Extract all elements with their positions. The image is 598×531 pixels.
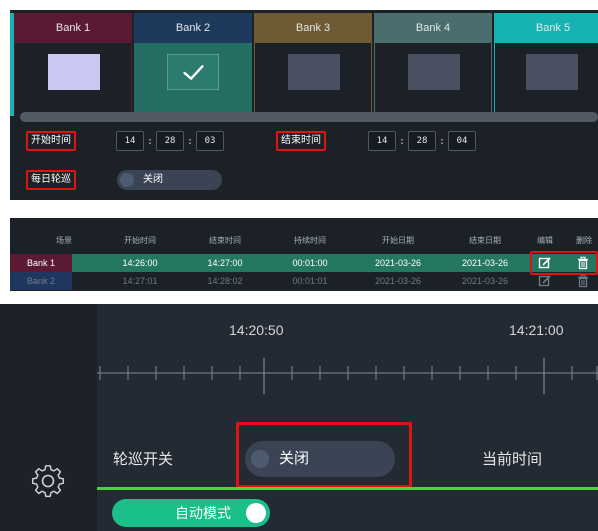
- gear-icon[interactable]: [30, 464, 66, 500]
- toggle-knob: [120, 173, 134, 187]
- end-time-cell: 14:27:00: [207, 258, 243, 268]
- start-time-input: 14 : 28 : 03: [116, 131, 224, 151]
- column-header: 持续时间: [294, 236, 326, 245]
- end-time-input: 14 : 28 : 04: [368, 131, 476, 151]
- column-header: 删除: [576, 236, 592, 245]
- end-hour-field[interactable]: 14: [368, 131, 396, 151]
- edit-delete-highlight: [530, 251, 598, 275]
- daily-cycle-toggle[interactable]: 关闭: [117, 170, 222, 190]
- daily-cycle-label: 每日轮巡: [26, 170, 76, 190]
- timeline-label: 14:20:50: [229, 322, 284, 338]
- checkmark-icon: [183, 65, 204, 80]
- auto-mode-toggle[interactable]: 自动模式: [112, 499, 270, 527]
- bank-label: Bank 4: [415, 22, 451, 34]
- start-date-cell: 2021-03-26: [374, 276, 422, 286]
- start-time-cell: 14:27:01: [122, 276, 158, 286]
- horizontal-scrollbar[interactable]: [20, 112, 598, 122]
- column-header: 场景: [56, 236, 72, 245]
- time-separator: :: [146, 135, 154, 147]
- end-time-label: 结束时间: [276, 131, 326, 151]
- bank-thumbnail: [288, 54, 340, 90]
- bank-selector-panel: Bank 1 Bank 2 Bank 3 Bank 4 Bank 5 开始时间 …: [10, 10, 598, 200]
- time-separator: :: [186, 135, 194, 147]
- table-row[interactable]: Bank 1 14:26:00 14:27:00 00:01:00 2021-0…: [10, 254, 598, 272]
- bank-thumbnail: [408, 54, 460, 90]
- start-minute-field[interactable]: 28: [156, 131, 184, 151]
- scene-cell: Bank 2: [10, 272, 72, 290]
- timeline-ruler[interactable]: 14:20:50 14:21:00: [97, 304, 598, 404]
- start-hour-field[interactable]: 14: [116, 131, 144, 151]
- column-header: 编辑: [537, 236, 553, 245]
- bank-label: Bank 5: [535, 22, 571, 34]
- edit-icon[interactable]: [538, 274, 552, 288]
- timeline-ticks: [97, 358, 598, 394]
- time-separator: :: [438, 135, 446, 147]
- end-time-cell: 14:28:02: [207, 276, 243, 286]
- bank-cell-4[interactable]: [374, 43, 492, 116]
- bank-tab-4[interactable]: Bank 4: [374, 13, 492, 43]
- cycle-control-panel: 14:20:50 14:21:00 轮巡开关 关闭 当前时间 自动模式: [0, 304, 598, 531]
- auto-mode-label: 自动模式: [175, 505, 231, 521]
- bank-thumbnail: [526, 54, 578, 90]
- toggle-state-label: 关闭: [143, 174, 163, 185]
- schedule-table-panel: 场景 开始时间 结束时间 持续时间 开始日期 结束日期 编辑 删除 Bank 1…: [10, 218, 598, 291]
- trash-icon[interactable]: [576, 274, 590, 288]
- bank-tab-2[interactable]: Bank 2: [134, 13, 252, 43]
- bank-thumbnail: [167, 54, 219, 90]
- end-second-field[interactable]: 04: [448, 131, 476, 151]
- end-minute-field[interactable]: 28: [408, 131, 436, 151]
- scene-cell: Bank 1: [10, 254, 72, 272]
- bank-label: Bank 1: [55, 22, 91, 34]
- end-date-cell: 2021-03-26: [461, 276, 509, 286]
- duration-cell: 00:01:01: [292, 276, 328, 286]
- start-time-cell: 14:26:00: [122, 258, 158, 268]
- start-time-label: 开始时间: [26, 131, 76, 151]
- bank-label: Bank 3: [295, 22, 331, 34]
- start-date-cell: 2021-03-26: [374, 258, 422, 268]
- timeline-label: 14:21:00: [509, 322, 564, 338]
- bank-cell-1[interactable]: [14, 43, 132, 116]
- column-header: 结束日期: [469, 236, 501, 245]
- time-separator: :: [398, 135, 406, 147]
- cycle-switch-label: 轮巡开关: [113, 451, 174, 468]
- bank-thumbnail: [48, 54, 100, 90]
- bank-tab-1[interactable]: Bank 1: [14, 13, 132, 43]
- green-divider: [97, 487, 598, 490]
- table-header: 场景 开始时间 结束时间 持续时间 开始日期 结束日期 编辑 删除: [10, 232, 598, 250]
- end-date-cell: 2021-03-26: [461, 258, 509, 268]
- toggle-knob: [246, 503, 266, 523]
- toggle-highlight: [236, 422, 412, 488]
- bank-label: Bank 2: [175, 22, 211, 34]
- column-header: 结束时间: [209, 236, 241, 245]
- bank-cell-3[interactable]: [254, 43, 372, 116]
- duration-cell: 00:01:00: [292, 258, 328, 268]
- bank-cell-5[interactable]: [494, 43, 598, 116]
- column-header: 开始日期: [382, 236, 414, 245]
- bank-cell-2[interactable]: [134, 43, 252, 116]
- current-time-label: 当前时间: [482, 451, 543, 468]
- column-header: 开始时间: [124, 236, 156, 245]
- bank-tab-5[interactable]: Bank 5: [494, 13, 598, 43]
- start-second-field[interactable]: 03: [196, 131, 224, 151]
- bank-tab-3[interactable]: Bank 3: [254, 13, 372, 43]
- table-row[interactable]: Bank 2 14:27:01 14:28:02 00:01:01 2021-0…: [10, 272, 598, 290]
